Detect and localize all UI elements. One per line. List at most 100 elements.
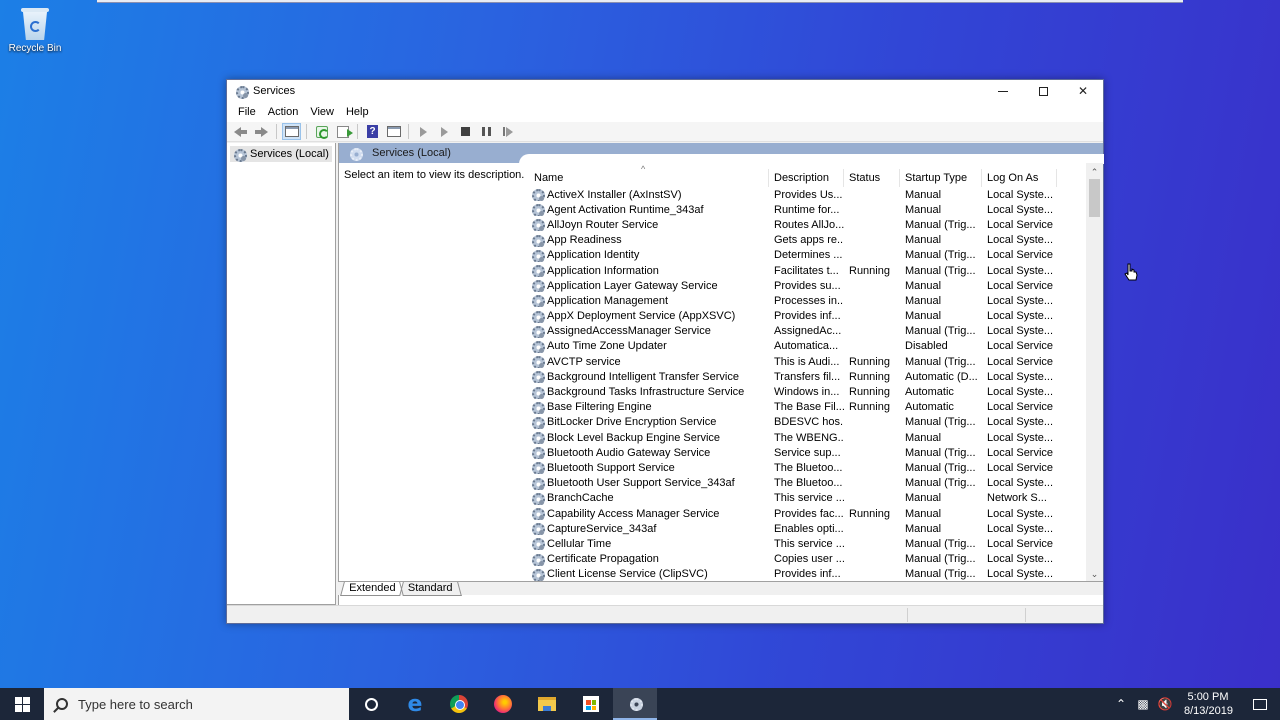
export-list-icon	[336, 125, 353, 138]
service-log-on-as: Local Syste...	[987, 477, 1054, 490]
scroll-up-icon[interactable]: ⌃	[1086, 165, 1103, 179]
service-row[interactable]: Certificate Propagation Copies user ... Ma…	[529, 552, 1057, 567]
service-name-text: ActiveX Installer (AxInstSV)	[547, 188, 682, 201]
service-row[interactable]: Background Intelligent Transfer Service T…	[529, 369, 1057, 384]
start-service-alt-button[interactable]	[435, 123, 454, 140]
service-row[interactable]: Base Filtering Engine The Base Fil... Runn…	[529, 400, 1057, 415]
service-row[interactable]: BranchCache This service ... Manual Network…	[529, 491, 1057, 506]
taskbar-chrome[interactable]	[437, 688, 481, 720]
vertical-scrollbar[interactable]: ⌃ ⌄	[1086, 163, 1103, 581]
service-name-text: Base Filtering Engine	[547, 401, 652, 414]
column-header-status[interactable]: Status	[844, 169, 900, 187]
volume-muted-icon[interactable]: 🔇	[1154, 697, 1176, 711]
network-icon[interactable]: ▩	[1132, 697, 1154, 711]
service-row[interactable]: AppX Deployment Service (AppXSVC) Provide…	[529, 309, 1057, 324]
service-gear-icon	[531, 355, 545, 369]
refresh-button[interactable]	[312, 123, 331, 140]
service-log-on-as: Local Syste...	[987, 310, 1054, 323]
service-description: Provides inf...	[774, 568, 841, 581]
taskbar-store[interactable]	[569, 688, 613, 720]
service-row[interactable]: Application Information Facilitates t... R…	[529, 263, 1057, 278]
search-icon	[56, 698, 68, 710]
taskbar-edge[interactable]: e	[393, 688, 437, 720]
maximize-icon	[1038, 86, 1048, 96]
help-button[interactable]: ?	[363, 123, 382, 140]
column-header-description[interactable]: Description	[769, 169, 844, 187]
service-row[interactable]: Application Management Processes in... Man…	[529, 293, 1057, 308]
tree-item-services-local[interactable]: Services (Local)	[230, 146, 332, 162]
menu-bar: File Action View Help	[227, 102, 1103, 122]
service-gear-icon	[531, 249, 545, 262]
service-log-on-as: Local Syste...	[987, 568, 1054, 581]
service-row[interactable]: App Readiness Gets apps re... Manual Local …	[529, 233, 1057, 248]
action-center-button[interactable]	[1240, 698, 1280, 710]
service-row[interactable]: Bluetooth User Support Service_343af The …	[529, 476, 1057, 491]
back-button[interactable]	[231, 123, 250, 140]
show-hidden-icons-button[interactable]: ⌃	[1110, 697, 1132, 711]
service-log-on-as: Local Service	[987, 461, 1054, 474]
tab-extended[interactable]: Extended	[340, 582, 405, 596]
taskbar-services[interactable]	[613, 688, 657, 720]
minimize-button[interactable]	[983, 80, 1023, 102]
title-bar[interactable]: Services ✕	[227, 80, 1103, 102]
service-row[interactable]: Client License Service (ClipSVC) Provides…	[529, 567, 1057, 581]
service-name-text: Bluetooth Audio Gateway Service	[547, 446, 711, 459]
menu-help[interactable]: Help	[340, 106, 375, 118]
cortana-button[interactable]	[349, 688, 393, 720]
service-name-text: Block Level Backup Engine Service	[547, 431, 721, 444]
desktop-icon-recycle-bin[interactable]: Recycle Bin	[4, 6, 66, 54]
service-row[interactable]: Cellular Time This service ... Manual (Tri…	[529, 536, 1057, 551]
tab-standard[interactable]: Standard	[399, 582, 463, 596]
menu-action[interactable]: Action	[262, 106, 305, 118]
description-pane: Select an item to view its description.	[344, 169, 525, 181]
start-service-button[interactable]	[414, 123, 433, 140]
service-gear-icon	[531, 264, 545, 278]
taskbar-firefox[interactable]	[481, 688, 525, 720]
service-row[interactable]: Auto Time Zone Updater Automatica... Disab…	[529, 339, 1057, 354]
service-name-text: App Readiness	[547, 234, 622, 247]
service-row[interactable]: Capability Access Manager Service Provide…	[529, 506, 1057, 521]
service-row[interactable]: AVCTP service This is Audi... Running Manua…	[529, 354, 1057, 369]
forward-button[interactable]	[252, 123, 271, 140]
scroll-down-icon[interactable]: ⌄	[1086, 567, 1103, 581]
export-list-button[interactable]	[333, 123, 353, 140]
service-row[interactable]: AssignedAccessManager Service AssignedAc.…	[529, 324, 1057, 339]
pause-service-button[interactable]	[477, 123, 496, 140]
maximize-button[interactable]	[1023, 80, 1063, 102]
service-log-on-as: Local Syste...	[987, 522, 1054, 535]
service-row[interactable]: ActiveX Installer (AxInstSV) Provides Us.…	[529, 187, 1057, 202]
menu-file[interactable]: File	[232, 106, 262, 118]
service-row[interactable]: Bluetooth Audio Gateway Service Service s…	[529, 445, 1057, 460]
properties-pane-button[interactable]	[384, 123, 403, 140]
service-description: Routes AllJo...	[774, 218, 844, 231]
service-startup-type: Manual	[905, 203, 942, 216]
service-row[interactable]: Agent Activation Runtime_343af Runtime fo…	[529, 202, 1057, 217]
column-header-log-on-as[interactable]: Log On As	[982, 169, 1057, 187]
service-log-on-as: Local Service	[987, 537, 1054, 550]
edge-icon: e	[407, 691, 423, 717]
service-row[interactable]: Application Identity Determines ... Manual…	[529, 248, 1057, 263]
service-row[interactable]: Bluetooth Support Service The Bluetoo... M…	[529, 460, 1057, 475]
clock[interactable]: 5:00 PM 8/13/2019	[1176, 690, 1240, 718]
service-row[interactable]: CaptureService_343af Enables opti... Manua…	[529, 521, 1057, 536]
service-name-text: Bluetooth User Support Service_343af	[547, 477, 735, 490]
stop-service-button[interactable]	[456, 123, 475, 140]
taskbar-file-explorer[interactable]	[525, 688, 569, 720]
column-header-startup-type[interactable]: Startup Type	[900, 169, 982, 187]
show-hide-console-tree-button[interactable]	[282, 123, 301, 140]
service-row[interactable]: Application Layer Gateway Service Provide…	[529, 278, 1057, 293]
service-startup-type: Manual (Trig...	[905, 461, 976, 474]
start-button[interactable]	[0, 688, 44, 720]
menu-view[interactable]: View	[304, 106, 340, 118]
service-row[interactable]: BitLocker Drive Encryption Service BDESVC…	[529, 415, 1057, 430]
taskbar-search-box[interactable]: Type here to search	[44, 688, 349, 720]
firefox-icon	[494, 695, 512, 713]
service-row[interactable]: AllJoyn Router Service Routes AllJo... Man…	[529, 217, 1057, 232]
resume-service-button[interactable]	[498, 123, 517, 140]
scrollbar-thumb[interactable]	[1089, 179, 1100, 217]
close-button[interactable]: ✕	[1063, 80, 1103, 102]
service-startup-type: Manual (Trig...	[905, 249, 976, 262]
service-row[interactable]: Background Tasks Infrastructure Service W…	[529, 384, 1057, 399]
column-header-name[interactable]: Name	[529, 169, 769, 187]
service-row[interactable]: Block Level Backup Engine Service The WBE…	[529, 430, 1057, 445]
